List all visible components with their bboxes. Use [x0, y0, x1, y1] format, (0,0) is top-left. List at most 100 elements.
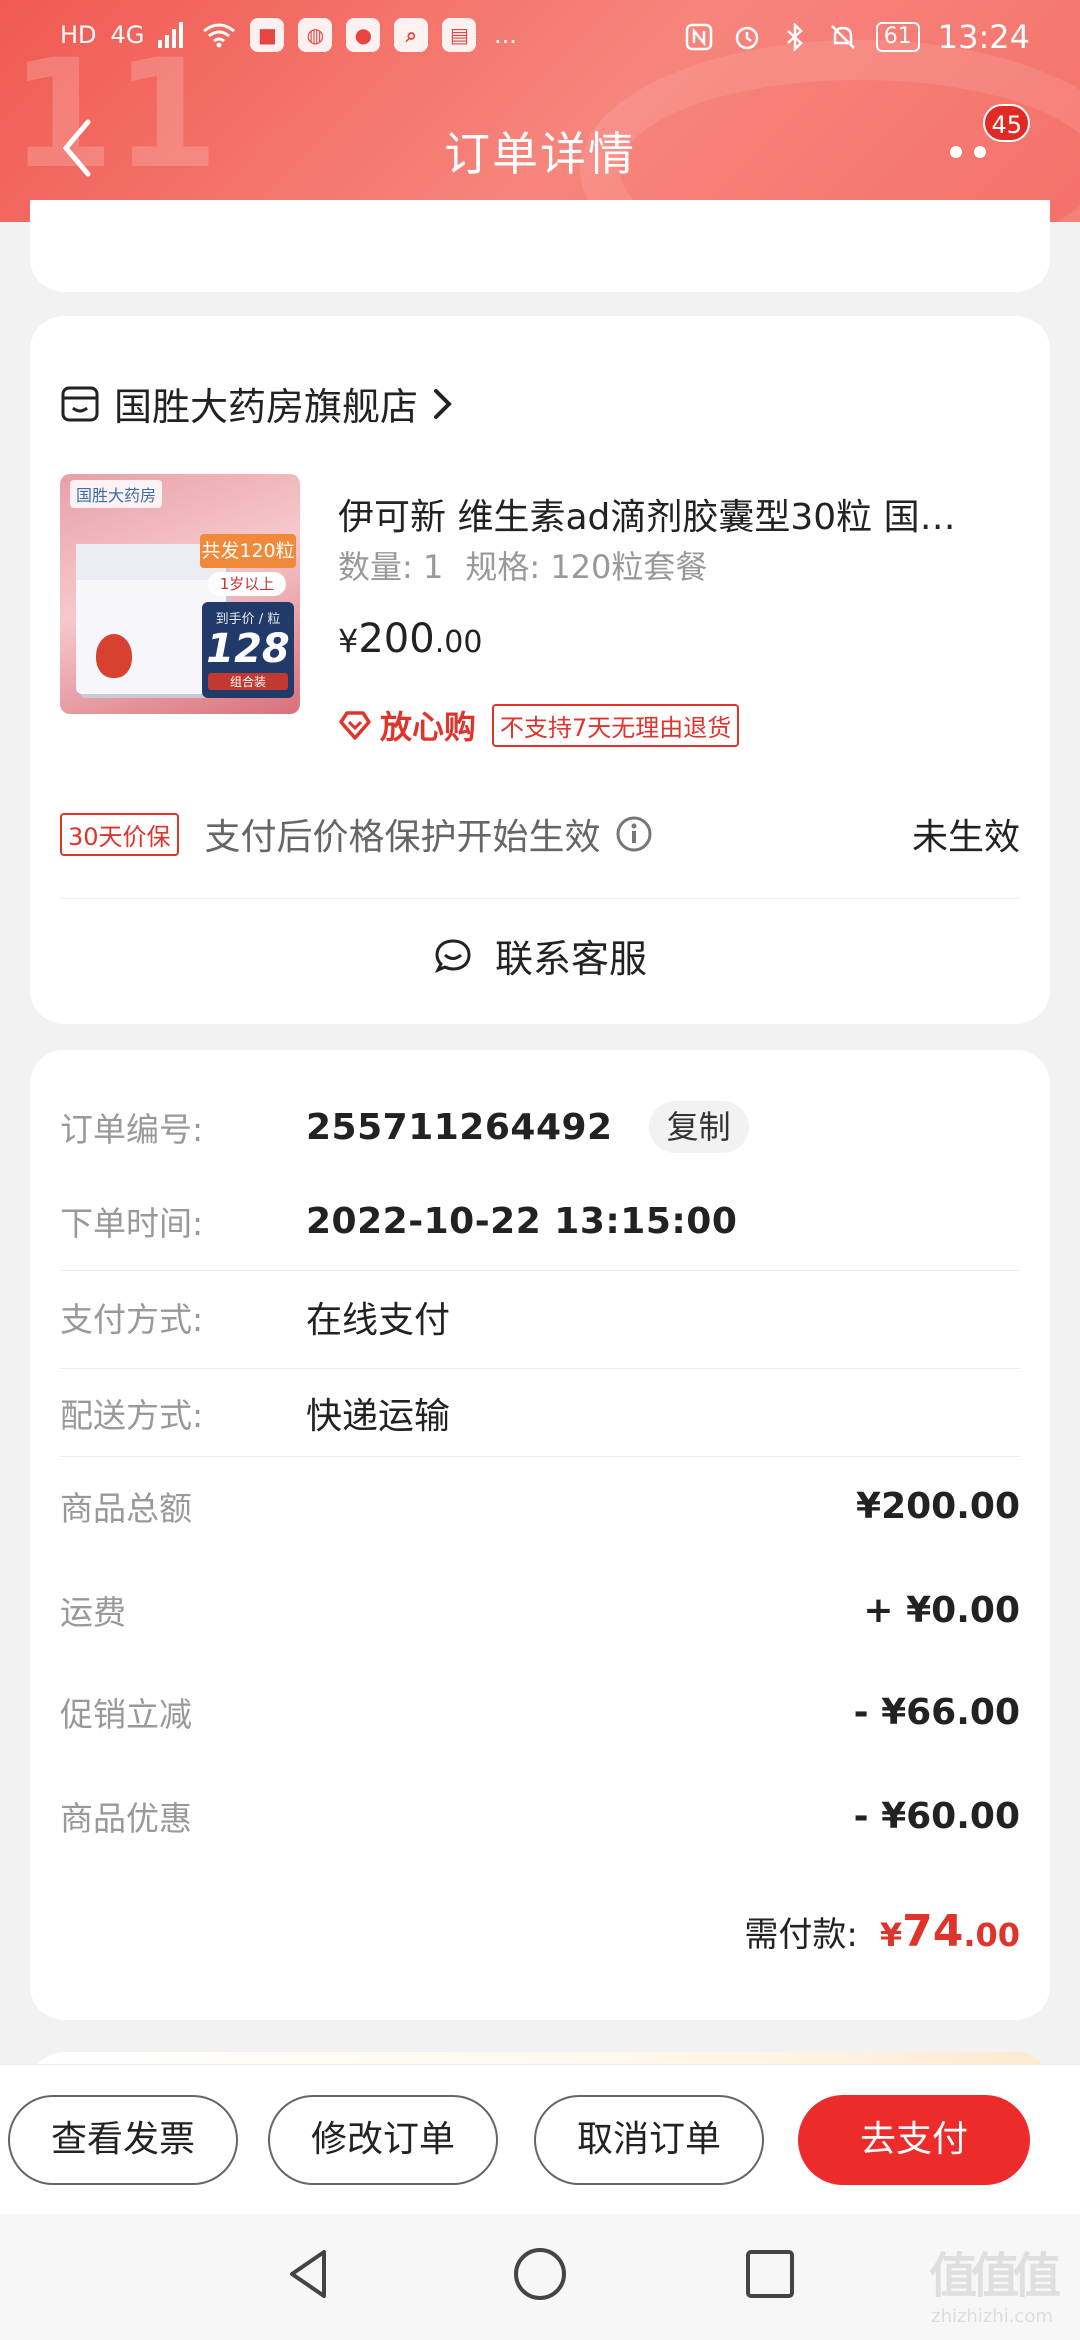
wifi-icon: [202, 18, 236, 52]
product-drop-graphic: [96, 634, 132, 678]
product-image-price: 128: [206, 626, 290, 672]
total-integer: 74: [902, 1906, 964, 1957]
total-due-label: 需付款:: [744, 1915, 858, 1955]
contact-service-button[interactable]: 联系客服: [30, 928, 1050, 983]
product-title[interactable]: 伊可新 维生素ad滴剂胶囊型30粒 国…: [338, 488, 1028, 540]
price-protection-text: 支付后价格保护开始生效: [204, 817, 601, 858]
product-price: ¥200.00: [338, 616, 482, 662]
signal-icon: [158, 18, 188, 52]
pay-method-label: 支付方式:: [60, 1300, 204, 1339]
hd-icon: HD: [60, 21, 97, 49]
diamond-heart-icon: [339, 711, 371, 740]
amount-row-discount: 商品优惠 - ¥60.00: [60, 1776, 1020, 1856]
contact-service-label: 联系客服: [494, 937, 647, 981]
total-symbol: ¥: [879, 1916, 903, 1954]
status-bar-right: 61 13:24: [684, 18, 1030, 56]
delivery-label: 配送方式:: [60, 1396, 204, 1435]
chat-bubble-icon: [434, 938, 471, 973]
store-link[interactable]: 国胜大药房旗舰店: [60, 376, 454, 431]
cancel-order-button[interactable]: 取消订单: [534, 2095, 764, 2185]
watermark-url: zhizhizhi.com: [931, 2306, 1053, 2327]
amount-value: - ¥66.00: [853, 1691, 1020, 1733]
bottom-action-bar: 查看发票 修改订单 取消订单 去支付: [0, 2064, 1080, 2214]
info-icon[interactable]: [615, 815, 653, 853]
watermark-logo: 值值值: [928, 2248, 1061, 2304]
order-time-row: 下单时间: 2022-10-22 13:15:00: [60, 1176, 1020, 1266]
order-info-card: 订单编号: 255711264492 复制 下单时间: 2022-10-22 1…: [30, 1050, 1050, 2020]
mute-icon: [828, 20, 858, 54]
search-app-icon: ⌕: [394, 18, 429, 52]
return-policy-tag: 不支持7天无理由退货: [492, 703, 740, 747]
store-card: 国胜大药房旗舰店 国胜大药房 共发120粒 1岁以上 到手价 / 粒 128 组…: [30, 316, 1050, 1024]
store-name: 国胜大药房旗舰店: [114, 385, 419, 429]
notification-badge: 45: [983, 104, 1030, 142]
status-bar: HD 4G ■ ◍ ● ⌕ ▤ ... 61 13:24: [0, 0, 1080, 74]
pay-method-row: 支付方式: 在线支付: [60, 1272, 1020, 1362]
price-protection-row[interactable]: 30天价保 支付后价格保护开始生效 未生效: [60, 804, 1020, 864]
order-time-value: 2022-10-22 13:15:00: [306, 1200, 738, 1242]
delivery-row: 配送方式: 快递运输: [60, 1368, 1020, 1458]
total-decimal: .00: [963, 1916, 1020, 1954]
page-title: 订单详情: [444, 127, 636, 181]
clock: 13:24: [937, 18, 1030, 56]
system-home-button[interactable]: [510, 2244, 570, 2304]
status-bar-left: HD 4G ■ ◍ ● ⌕ ▤ ...: [60, 18, 520, 52]
amount-label: 促销立减: [60, 1695, 192, 1734]
amount-label: 商品优惠: [60, 1799, 192, 1838]
more-notifications-icon: ...: [493, 21, 517, 49]
price-integer: 200: [358, 616, 435, 662]
system-navigation-bar: 值值值 zhizhizhi.com: [0, 2214, 1080, 2340]
order-time-label: 下单时间:: [60, 1204, 204, 1243]
product-image-brand: 国胜大药房: [70, 480, 163, 508]
price-symbol: ¥: [338, 622, 359, 660]
amount-label: 运费: [60, 1593, 126, 1632]
square-recents-icon: [746, 2250, 794, 2298]
watermark: 值值值 zhizhizhi.com: [922, 2236, 1062, 2327]
product-image-price-label: 到手价 / 粒: [215, 612, 281, 627]
amount-row-promotion: 促销立减 - ¥66.00: [60, 1672, 1020, 1752]
total-due-row: 需付款: ¥74.00: [744, 1906, 1020, 1957]
nfc-icon: [684, 20, 714, 54]
order-number-label: 订单编号:: [60, 1110, 204, 1149]
price-protection-tag: 30天价保: [60, 812, 179, 856]
wechat-icon: ◍: [298, 18, 333, 52]
price-decimal: .00: [434, 625, 483, 660]
copy-button[interactable]: 复制: [648, 1101, 749, 1153]
network-4g-icon: 4G: [110, 21, 145, 49]
divider: [60, 898, 1020, 899]
qq-icon: ●: [346, 18, 381, 52]
modify-order-button[interactable]: 修改订单: [268, 2095, 498, 2185]
triangle-back-icon: [290, 2250, 326, 2298]
divider: [60, 1270, 1020, 1271]
battery-indicator: 61: [875, 22, 920, 52]
system-back-button[interactable]: [280, 2244, 340, 2304]
product-image-tag-age: 1岁以上: [208, 572, 286, 596]
product-image-pricebox: 到手价 / 粒 128 组合装: [202, 602, 294, 698]
price-protection-status: 未生效: [911, 817, 1020, 858]
system-recents-button[interactable]: [740, 2244, 800, 2304]
amount-label: 商品总额: [60, 1489, 192, 1528]
view-invoice-button[interactable]: 查看发票: [8, 2095, 238, 2185]
amount-value: ¥200.00: [856, 1485, 1020, 1527]
product-spec: 数量: 1 规格: 120粒套餐: [338, 542, 707, 588]
app-notification-icon: ■: [250, 18, 285, 52]
order-number-row: 订单编号: 255711264492 复制: [60, 1082, 1020, 1172]
assurance-label: 放心购: [380, 708, 477, 746]
header: 11 HD 4G ■ ◍ ● ⌕ ▤ ... 61 13:24 订单详情 45: [0, 0, 1080, 222]
product-quantity: 数量: 1: [338, 548, 444, 586]
pay-method-value: 在线支付: [306, 1300, 451, 1341]
amount-row-subtotal: 商品总额 ¥200.00: [60, 1466, 1020, 1546]
delivery-value: 快递运输: [306, 1396, 451, 1437]
chevron-right-icon: [434, 388, 452, 419]
product-image[interactable]: 国胜大药房 共发120粒 1岁以上 到手价 / 粒 128 组合装: [60, 474, 300, 714]
more-dots-icon-dot: [974, 146, 986, 158]
bluetooth-icon: [780, 20, 810, 54]
amount-row-shipping: 运费 + ¥0.00: [60, 1570, 1020, 1650]
assurance-row: 放心购 不支持7天无理由退货: [338, 702, 740, 748]
alarm-icon: [732, 20, 762, 54]
product-spec-value: 规格: 120粒套餐: [465, 548, 708, 586]
book-app-icon: ▤: [442, 18, 477, 52]
previous-card-edge: [30, 200, 1050, 292]
order-number-value: 255711264492: [306, 1106, 613, 1148]
pay-button[interactable]: 去支付: [798, 2095, 1030, 2185]
